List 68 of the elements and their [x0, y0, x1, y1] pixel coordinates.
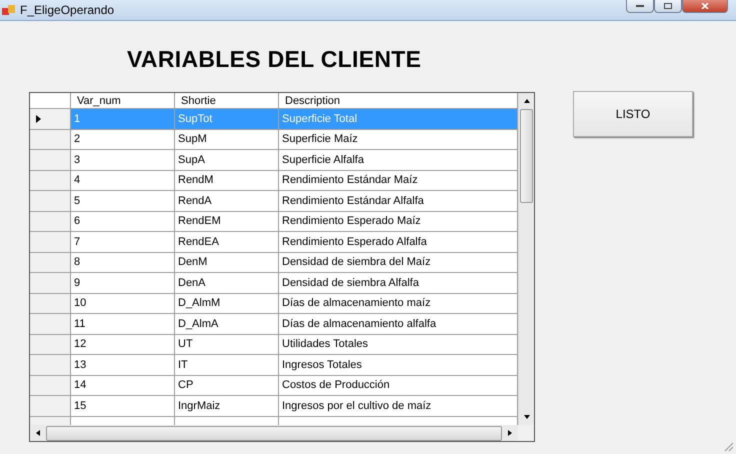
scroll-up-icon	[523, 97, 531, 105]
minimize-icon	[636, 4, 644, 8]
table-cell: RendEA	[175, 232, 279, 252]
table-cell: 3	[71, 150, 175, 170]
app-icon	[2, 4, 16, 16]
table-cell: Densidad de siembra del Maíz	[279, 252, 518, 272]
table-cell: UT	[175, 334, 279, 354]
table-cell: SupM	[175, 130, 279, 149]
resize-grip-icon	[724, 442, 734, 452]
table-cell: Superficie Alfalfa	[279, 150, 518, 170]
table-cell: 11	[71, 314, 175, 334]
table-cell: 12	[71, 334, 175, 354]
table-cell: Días de almacenamiento alfalfa	[279, 314, 518, 334]
table-cell: IT	[175, 355, 279, 374]
table-cell: 14	[71, 376, 175, 395]
close-button[interactable]	[682, 0, 728, 13]
table-cell: CP	[175, 376, 279, 395]
scrollbar-corner	[518, 425, 534, 441]
table-cell: RendA	[175, 191, 279, 210]
table-cell: 8	[71, 252, 175, 272]
table-cell: SupTot	[175, 109, 279, 128]
column-header[interactable]: Shortie	[175, 93, 279, 108]
table-cell: D_AlmM	[175, 294, 279, 313]
table-cell: DenM	[175, 252, 279, 272]
current-row-icon	[36, 114, 41, 123]
heading: VARIABLES DEL CLIENTE	[127, 45, 422, 73]
table-cell: Costos de Producción	[279, 376, 518, 395]
table-cell: 13	[71, 355, 175, 374]
minimize-button[interactable]	[626, 0, 654, 13]
table-cell: 4	[71, 170, 175, 190]
column-header[interactable]: Var_num	[71, 93, 175, 108]
window-title: F_EligeOperando	[20, 3, 114, 17]
table-cell: 5	[71, 191, 175, 210]
table-cell: 2	[71, 130, 175, 149]
table-cell: RendEM	[175, 212, 279, 231]
table-cell: 1	[71, 109, 175, 128]
table-cell: Rendimiento Estándar Maíz	[279, 170, 518, 190]
maximize-button[interactable]	[654, 0, 682, 13]
scroll-down-icon	[523, 413, 531, 421]
table-cell: Ingresos Totales	[279, 355, 518, 374]
scroll-left-icon	[34, 429, 42, 437]
table-cell: Utilidades Totales	[279, 334, 518, 354]
table-cell: 6	[71, 212, 175, 231]
scroll-right-icon	[506, 429, 514, 437]
table-cell: 7	[71, 232, 175, 252]
table-cell: IngrMaiz	[175, 396, 279, 416]
column-header[interactable]: Description	[279, 93, 518, 108]
table-cell: Rendimiento Esperado Maíz	[279, 212, 518, 231]
scroll-thumb[interactable]	[520, 109, 533, 203]
table-cell: SupA	[175, 150, 279, 170]
table-cell: Días de almacenamiento maíz	[279, 294, 518, 313]
table-cell: Densidad de siembra Alfalfa	[279, 273, 518, 292]
close-icon	[701, 3, 709, 9]
table-cell: Ingresos por el cultivo de maíz	[279, 396, 518, 416]
table-cell: DenA	[175, 273, 279, 292]
table-cell: RendM	[175, 170, 279, 190]
row-header[interactable]	[30, 109, 71, 128]
table-cell: Superficie Total	[279, 109, 518, 128]
listo-button[interactable]: LISTO	[573, 91, 693, 137]
table-cell: Superficie Maíz	[279, 130, 518, 149]
table-cell: 15	[71, 396, 175, 416]
table-cell: 10	[71, 294, 175, 313]
maximize-icon	[664, 3, 672, 9]
table-cell: Rendimiento Esperado Alfalfa	[279, 232, 518, 252]
table-cell: D_AlmA	[175, 314, 279, 334]
vertical-scrollbar[interactable]	[518, 93, 534, 425]
table-cell: Rendimiento Estándar Alfalfa	[279, 191, 518, 210]
table-cell: 9	[71, 273, 175, 292]
